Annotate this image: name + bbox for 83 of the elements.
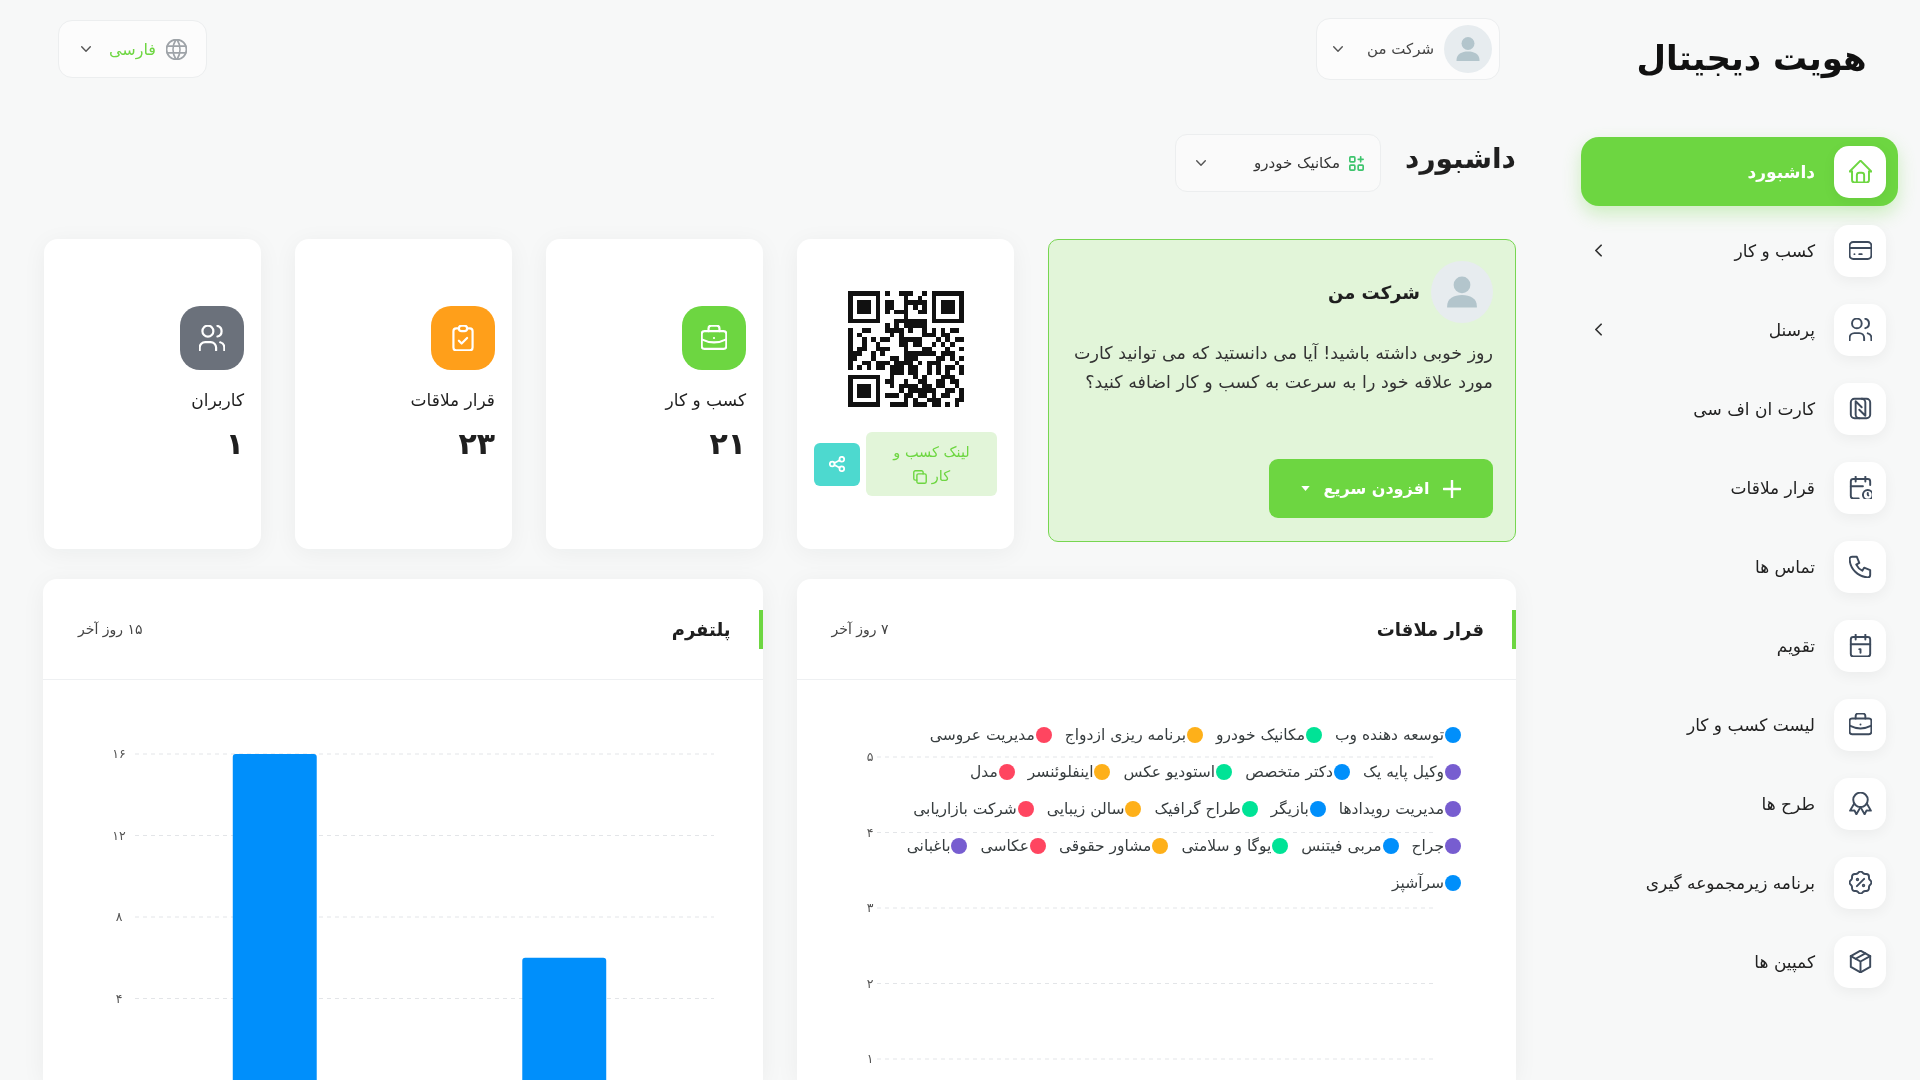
- account-dropdown[interactable]: شرکت من: [1316, 18, 1500, 80]
- chevron-left-icon: [1595, 244, 1602, 257]
- legend-label: وکیل پایه یک: [1363, 762, 1444, 781]
- legend-label: یوگا و سلامتی: [1181, 836, 1272, 855]
- legend-label: جراح: [1411, 836, 1444, 855]
- users-icon: [1834, 303, 1886, 356]
- chart-period: ۷ روز آخر: [831, 621, 889, 637]
- legend-label: سالن زیبایی: [1046, 799, 1125, 818]
- phone-icon: [1834, 540, 1886, 593]
- legend-label: مدیریت رویدادها: [1338, 799, 1444, 818]
- legend-label: توسعه دهنده وب: [1334, 725, 1444, 744]
- axis-tick-label: ۲: [866, 975, 873, 991]
- stat-value: ۱: [225, 426, 244, 461]
- award-icon: [1834, 777, 1886, 830]
- chart-title: قرار ملاقات: [1376, 618, 1484, 640]
- sidebar-item[interactable]: کارت ان اف سی: [1581, 374, 1898, 443]
- legend-label: شرکت بازاریابی: [913, 799, 1017, 818]
- globe-icon: [166, 38, 187, 60]
- sidebar-item[interactable]: برنامه زیرمجموعه گیری: [1581, 848, 1898, 917]
- share-icon: [829, 456, 845, 472]
- axis-tick-label: ۴: [115, 990, 123, 1006]
- share-button[interactable]: [814, 442, 860, 486]
- legend-label: استودیو عکس: [1123, 762, 1216, 781]
- legend-label: عکاسی: [980, 836, 1029, 855]
- discount-badge-icon: [1834, 856, 1886, 909]
- axis-tick-label: ۱: [866, 1051, 873, 1066]
- legend-label: برنامه ریزی ازدواج: [1064, 725, 1187, 744]
- sidebar-item[interactable]: تقویم: [1581, 611, 1898, 680]
- chevron-down-icon: [81, 46, 91, 52]
- sidebar-item[interactable]: تماس ها: [1581, 532, 1898, 601]
- chevron-down-icon: [1196, 160, 1206, 166]
- stat-value: ۲۳: [458, 426, 495, 461]
- company-name: شرکت من: [1327, 281, 1420, 303]
- nfc-icon: [1834, 382, 1886, 435]
- welcome-message: روز خوبی داشته باشید! آیا می دانستید که می توانید کارت مورد علاقه خود را به سرعت به کسب و کار اضافه کنید؟: [1073, 342, 1493, 395]
- legend-label: سرآشپز: [1391, 873, 1444, 892]
- axis-tick-label: ۱۶: [112, 746, 126, 761]
- caret-down-icon: [1300, 486, 1310, 491]
- logo: هویت دیجیتال: [1636, 37, 1867, 80]
- sidebar-item[interactable]: کسب و کار: [1581, 216, 1898, 285]
- legend-label: مکانیک خودرو: [1216, 725, 1305, 744]
- title-accent-bar: [758, 609, 763, 649]
- axis-tick-label: ۴: [866, 824, 873, 840]
- box-icon: [1834, 935, 1886, 988]
- legend-label: طراح گرافیک: [1154, 799, 1241, 818]
- axis-tick-label: ۱۲: [112, 827, 126, 843]
- axis-tick-label: ۳: [866, 900, 873, 915]
- legend-label: مدیریت عروسی: [929, 725, 1035, 744]
- legend-label: مربی فیتنس: [1301, 836, 1382, 855]
- sidebar-item[interactable]: لیست کسب و کار: [1581, 690, 1898, 759]
- briefcase-icon: [1834, 698, 1886, 751]
- legend-label: مشاور حقوقی: [1058, 836, 1152, 855]
- sidebar-item[interactable]: قرار ملاقات: [1581, 453, 1898, 522]
- page-title: داشبورد: [1405, 141, 1516, 175]
- stat-label: قرار ملاقات: [410, 390, 495, 410]
- legend-label: اینفلوئنسر: [1027, 762, 1094, 781]
- legend-label: دکتر متخصص: [1245, 762, 1333, 781]
- plus-icon: [1443, 479, 1462, 498]
- chevron-left-icon: [1595, 323, 1602, 336]
- legend-label: باغبانی: [906, 836, 951, 855]
- stat-label: کسب و کار: [665, 390, 746, 410]
- axis-tick-label: ۸: [115, 909, 123, 924]
- apps-icon: [1349, 155, 1364, 171]
- user-avatar-icon: [1431, 261, 1493, 323]
- legend-label: بازیگر: [1270, 799, 1309, 818]
- category-dropdown[interactable]: مکانیک خودرو: [1175, 134, 1381, 192]
- chart-period: ۱۵ روز آخر: [78, 621, 143, 637]
- sidebar-item[interactable]: پرسنل: [1581, 295, 1898, 364]
- sidebar-item[interactable]: کمپین ها: [1581, 927, 1898, 996]
- sidebar-item[interactable]: طرح ها: [1581, 769, 1898, 838]
- axis-tick-label: ۵: [866, 749, 873, 764]
- legend-label: مدل: [970, 762, 998, 781]
- home-icon: [1834, 145, 1886, 198]
- stat-value: ۲۱: [709, 426, 746, 461]
- calendar-icon: [1834, 619, 1886, 672]
- title-accent-bar: [1512, 609, 1516, 649]
- stat-label: کاربران: [191, 390, 244, 410]
- copy-icon: [912, 470, 927, 484]
- chevron-down-icon: [1333, 46, 1343, 52]
- chart-title: پلتفرم: [671, 618, 731, 640]
- user-avatar-icon: [1444, 25, 1492, 73]
- calendar-clock-icon: [1834, 461, 1886, 514]
- credit-card-icon: [1834, 224, 1886, 277]
